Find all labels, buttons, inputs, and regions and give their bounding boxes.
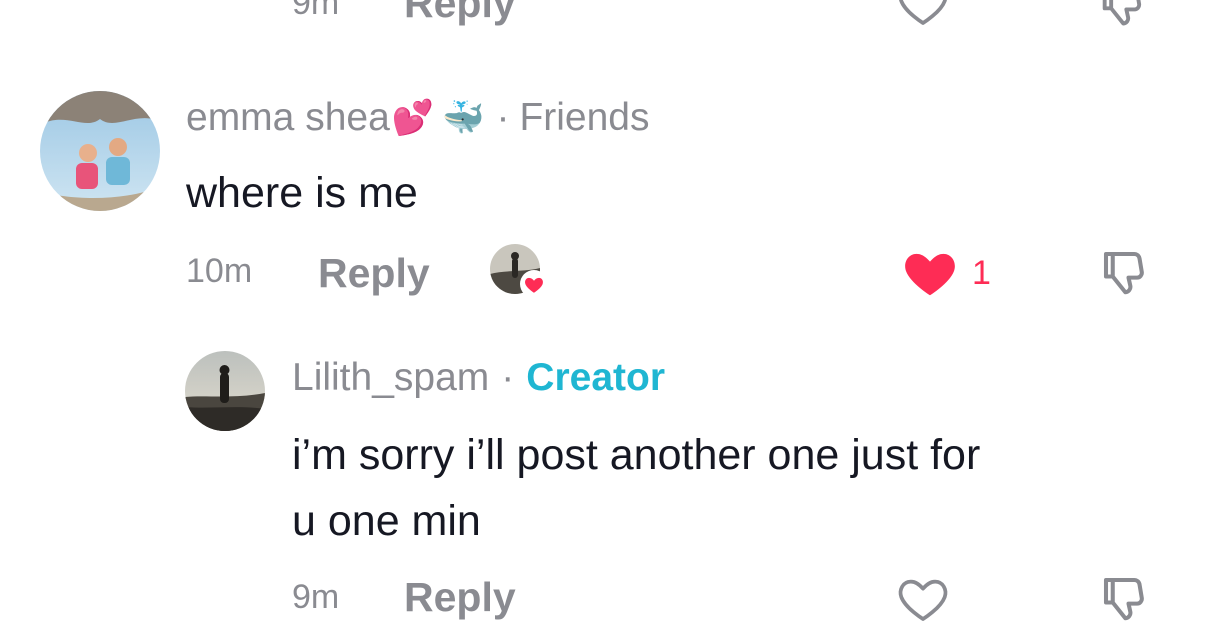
thumbs-down-icon	[1102, 0, 1142, 26]
heart-icon	[905, 253, 955, 296]
comment-text: where is me	[186, 169, 418, 217]
like-button[interactable]	[898, 240, 962, 304]
avatar-image	[40, 91, 160, 211]
timestamp: 9m	[292, 578, 340, 616]
dislike-button[interactable]	[1094, 0, 1150, 34]
reply-button[interactable]: Reply	[318, 250, 430, 297]
like-button[interactable]	[893, 0, 953, 32]
comment-header: emma shea 💕 🐳 · Friends	[186, 96, 650, 140]
like-button[interactable]	[893, 568, 953, 628]
dislike-button[interactable]	[1094, 568, 1154, 628]
avatar-image	[185, 351, 265, 431]
reply-button[interactable]: Reply	[404, 0, 516, 27]
creator-like-badge-icon	[520, 270, 548, 298]
creator-tag: Creator	[526, 356, 665, 399]
separator: ·	[496, 96, 510, 139]
whale-emoji: 🐳	[442, 99, 485, 137]
thumbs-down-icon	[1103, 577, 1144, 621]
author-name[interactable]: Lilith_spam	[292, 356, 489, 400]
reply-text-line: i’m sorry i’ll post another one just for	[292, 431, 981, 479]
thumbs-down-icon	[1103, 251, 1144, 295]
creator-liked-badge	[490, 244, 554, 300]
separator: ·	[501, 356, 515, 399]
reply-header: Lilith_spam · Creator	[292, 356, 665, 400]
heart-icon	[898, 579, 948, 621]
reply-text-line: u one min	[292, 497, 481, 545]
avatar[interactable]	[185, 351, 265, 431]
dislike-button[interactable]	[1094, 242, 1154, 302]
timestamp: 10m	[186, 252, 253, 290]
like-count: 1	[972, 254, 991, 292]
heart-icon	[899, 0, 947, 25]
reply-button[interactable]: Reply	[404, 574, 516, 621]
author-name[interactable]: emma shea	[186, 96, 390, 140]
hearts-emoji: 💕	[391, 99, 435, 137]
avatar[interactable]	[40, 91, 160, 211]
timestamp: 9m	[292, 0, 340, 22]
friends-tag: Friends	[519, 96, 650, 139]
